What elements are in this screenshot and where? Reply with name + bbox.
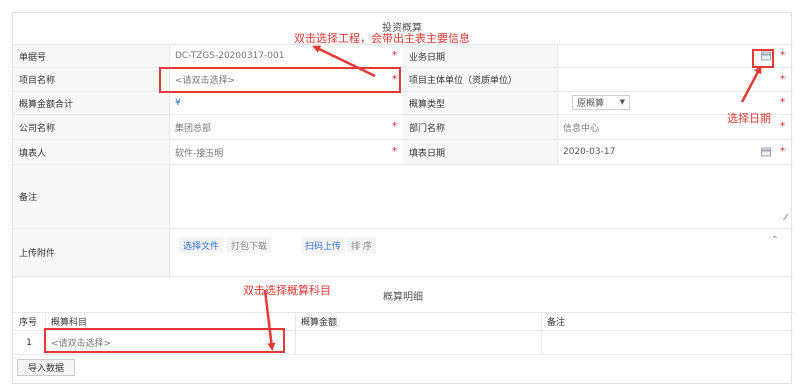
business-date-field[interactable] (557, 45, 777, 67)
filler-label: 填表人 (13, 140, 169, 164)
company-name-input[interactable]: 集团总部 (169, 115, 403, 139)
project-unit-input[interactable] (557, 68, 777, 91)
form-row-project-name: 项目名称 <请双击选择> * 项目主体单位（资质单位） * (13, 67, 793, 91)
import-data-button[interactable]: 导入数据 (17, 359, 75, 376)
detail-title: 概算明细 (383, 292, 423, 303)
required-mark: * (780, 145, 785, 157)
form-row-company: 公司名称 集团总部 * 部门名称 信息中心 * (13, 114, 793, 139)
form-row-filler: 填表人 软件-接玉明 * 填表日期 2020-03-17 * (13, 139, 793, 164)
doc-number-label: 单据号 (13, 45, 169, 67)
annotation-top-text: 双击选择工程，会带出主表主要信息 (294, 32, 470, 45)
sort-button[interactable]: 排 序 (347, 237, 376, 253)
calendar-icon[interactable] (761, 51, 771, 61)
project-unit-label: 项目主体单位（资质单位） (403, 68, 557, 91)
estimate-type-select[interactable]: 原概算 ▼ (572, 95, 630, 110)
table-row: 1 <请双击选择> (13, 330, 793, 354)
filler-input[interactable]: 软件-接玉明 (169, 140, 403, 164)
company-name-label: 公司名称 (13, 115, 169, 139)
required-mark: * (392, 145, 397, 157)
required-mark: * (392, 49, 397, 61)
required-mark: * (780, 73, 785, 85)
fill-date-field[interactable]: 2020-03-17 (557, 140, 777, 164)
detail-footer: 导入数据 (13, 354, 793, 384)
calendar-icon[interactable] (761, 147, 771, 157)
detail-title-row: 概算明细 (13, 276, 793, 312)
resize-grip-icon[interactable]: ⁄⁄ (784, 213, 787, 222)
required-mark: * (392, 73, 397, 85)
column-index: 序号 (19, 318, 38, 328)
subject-input[interactable]: <请双击选择> (45, 331, 295, 354)
required-mark: * (780, 49, 785, 61)
business-date-label: 业务日期 (403, 45, 557, 67)
caret-down-icon: ▼ (619, 98, 625, 106)
project-name-label: 项目名称 (13, 68, 169, 91)
total-amount-label: 概算金额合计 (13, 92, 169, 114)
scan-upload-button[interactable]: 扫码上传 (301, 237, 346, 253)
form-row-doc-number: 单据号 DC-TZGS-20200317-001 * 业务日期 * (13, 44, 793, 67)
fill-date-label: 填表日期 (403, 140, 557, 164)
column-amount: 概算金额 (301, 318, 338, 328)
pack-download-button[interactable]: 打包下载 (227, 237, 272, 253)
annotation-right-text: 选择日期 (727, 112, 771, 125)
select-file-button[interactable]: 选择文件 (179, 237, 224, 253)
detail-header-row: 序号 概算科目 概算金额 备注 (13, 312, 793, 330)
annotation-detail-text: 双击选择概算科目 (243, 284, 331, 297)
collapse-chevron-icon[interactable]: ⌃ (771, 235, 779, 246)
doc-number-value: DC-TZGS-20200317-001 (175, 51, 285, 61)
project-name-input[interactable]: <请双击选择> (169, 68, 403, 91)
remark-textarea[interactable]: ⁄⁄ (169, 165, 793, 228)
row-index: 1 (26, 337, 32, 348)
form-row-remark: 备注 ⁄⁄ (13, 164, 793, 228)
department-name-label: 部门名称 (403, 115, 557, 139)
remark-label: 备注 (13, 165, 169, 228)
column-subject: 概算科目 (51, 318, 88, 328)
row-remark-input[interactable] (541, 331, 793, 354)
form-row-total-amount: 概算金额合计 ¥ 概算类型 原概算 ▼ * (13, 91, 793, 114)
column-remark: 备注 (547, 318, 566, 328)
amount-input[interactable] (295, 331, 541, 354)
attachment-label: 上传附件 (13, 229, 169, 276)
required-mark: * (780, 96, 785, 108)
estimate-type-value: 原概算 (577, 99, 605, 109)
total-amount-value: ¥ (175, 98, 181, 108)
form-frame: 投资概算 单据号 DC-TZGS-20200317-001 * 业务日期 * 项… (12, 12, 793, 384)
estimate-type-label: 概算类型 (403, 92, 557, 114)
form-row-attachment: 上传附件 选择文件 打包下载 扫码上传 排 序 ⌃ (13, 228, 793, 276)
required-mark: * (392, 120, 397, 132)
required-mark: * (780, 120, 785, 132)
